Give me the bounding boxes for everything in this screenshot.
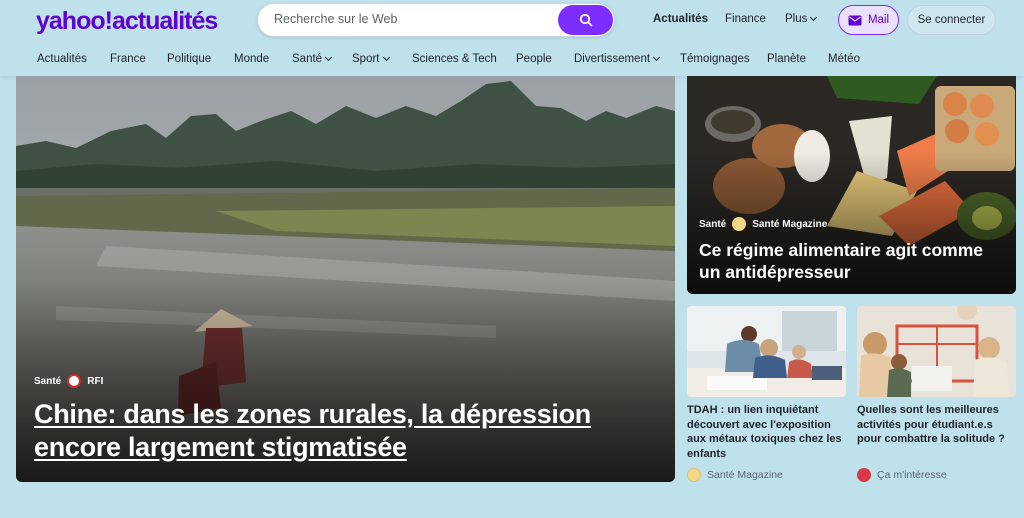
login-button[interactable]: Se connecter — [907, 5, 996, 35]
nav-item-monde[interactable]: Monde — [234, 53, 269, 65]
side-category: Santé — [699, 218, 727, 230]
nav-item-actualites[interactable]: Actualités — [37, 53, 87, 65]
side-title[interactable]: Ce régime alimentaire agit comme un anti… — [699, 239, 1009, 283]
sante-magazine-logo-icon — [732, 217, 747, 231]
search-button[interactable] — [558, 5, 613, 35]
tdah-image — [687, 306, 846, 397]
side-source: Santé Magazine — [752, 218, 828, 230]
nav-item-sante[interactable]: Santé — [292, 53, 333, 65]
hero-source: RFI — [87, 375, 104, 387]
nav-item-meteo[interactable]: Météo — [828, 53, 860, 65]
solitude-image — [857, 306, 1016, 397]
nav-item-people[interactable]: People — [516, 53, 552, 65]
small-source-tdah: Santé Magazine — [687, 468, 783, 482]
nav-item-planete[interactable]: Planète — [767, 53, 806, 65]
chevron-down-icon — [810, 13, 818, 22]
nav-sport-label: Sport — [352, 53, 380, 65]
hero-text: Santé RFI Chine: dans les zones rurales,… — [34, 374, 634, 464]
search-bar — [257, 3, 615, 37]
side-text: Santé Santé Magazine Ce régime alimentai… — [699, 217, 1009, 283]
top-link-plus-label: Plus — [785, 13, 808, 25]
students-image — [857, 306, 1016, 397]
nav-item-divertissement[interactable]: Divertissement — [574, 53, 661, 65]
top-link-plus[interactable]: Plus — [785, 13, 818, 25]
mail-label: Mail — [867, 14, 890, 26]
small-article-card-tdah[interactable]: TDAH : un lien inquiétant découvert avec… — [687, 306, 846, 486]
children-drawing-image — [687, 306, 846, 397]
small-title-tdah[interactable]: TDAH : un lien inquiétant découvert avec… — [687, 403, 846, 461]
small-source-solitude: Ça m'intéresse — [857, 468, 947, 482]
nav-item-france[interactable]: France — [110, 53, 146, 65]
small-article-card-solitude[interactable]: Quelles sont les meilleures activités po… — [857, 306, 1016, 486]
search-icon — [579, 13, 592, 27]
nav-item-politique[interactable]: Politique — [167, 53, 211, 65]
sante-magazine-logo-icon — [687, 468, 701, 482]
nav-item-sciences-tech[interactable]: Sciences & Tech — [412, 53, 497, 65]
site-header: yahoo!actualités Actualités Finance Plus… — [0, 0, 1024, 76]
hero-meta: Santé RFI — [34, 374, 634, 388]
mail-icon — [848, 15, 862, 25]
small-title-solitude[interactable]: Quelles sont les meilleures activités po… — [857, 403, 1016, 447]
nav-sante-label: Santé — [292, 53, 323, 65]
chevron-down-icon — [382, 53, 390, 62]
top-link-finance[interactable]: Finance — [725, 13, 766, 25]
ca-minteresse-logo-icon — [857, 468, 871, 482]
mail-button[interactable]: Mail — [838, 5, 899, 35]
side-article-card[interactable]: Santé Santé Magazine Ce régime alimentai… — [687, 76, 1016, 294]
side-meta: Santé Santé Magazine — [699, 217, 1009, 231]
rfi-logo-icon — [67, 374, 82, 388]
nav-item-sport[interactable]: Sport — [352, 53, 390, 65]
chevron-down-icon — [653, 53, 661, 62]
small-source-label-tdah: Santé Magazine — [707, 469, 783, 481]
chevron-down-icon — [325, 53, 333, 62]
top-link-actualites[interactable]: Actualités — [653, 13, 708, 25]
nav-item-temoignages[interactable]: Témoignages — [680, 53, 750, 65]
small-source-label-solitude: Ça m'intéresse — [877, 469, 947, 481]
hero-title[interactable]: Chine: dans les zones rurales, la dépres… — [34, 398, 634, 464]
search-input[interactable] — [274, 12, 554, 26]
yahoo-actualites-logo[interactable]: yahoo!actualités — [36, 6, 218, 36]
hero-article-card[interactable]: Santé RFI Chine: dans les zones rurales,… — [16, 76, 675, 482]
nav-divertissement-label: Divertissement — [574, 53, 651, 65]
hero-category: Santé — [34, 375, 62, 387]
